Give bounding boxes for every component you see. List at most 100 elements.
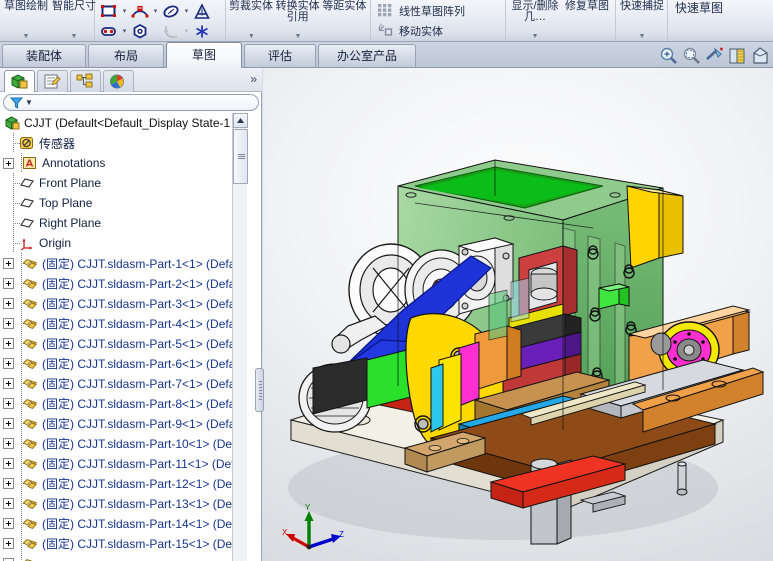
feature-tree-filter[interactable]: ▼: [3, 94, 259, 111]
tab-assembly[interactable]: 装配体: [2, 44, 86, 67]
tree-row-front-plane[interactable]: Front Plane: [0, 173, 248, 193]
convert-entities-label: 转换实体引用: [275, 0, 320, 23]
tree-row-part[interactable]: (固定) CJJT.sldasm-Part-7<1> (Defa: [0, 373, 248, 393]
slot-dropdown-caret[interactable]: ▾: [120, 27, 129, 35]
display-style-icon[interactable]: [750, 46, 771, 66]
tree-row-part[interactable]: (固定) CJJT.sldasm-Part-6<1> (Defa: [0, 353, 248, 373]
expand-toggle[interactable]: [3, 557, 14, 561]
expand-toggle[interactable]: [3, 457, 14, 469]
polygon-icon[interactable]: [130, 22, 150, 41]
tab-evaluate[interactable]: 评估: [244, 44, 316, 67]
fillet-dropdown-caret[interactable]: ▾: [182, 27, 191, 35]
tree-row-part[interactable]: (固定) CJJT.sldasm-Part-11<1> (Def: [0, 453, 248, 473]
tree-row-part[interactable]: (固定) CJJT.sldasm-Part-14<1> (Def: [0, 513, 248, 533]
feature-tree-scrollbar[interactable]: [232, 113, 248, 561]
tree-row-part[interactable]: [0, 553, 248, 561]
tab-layout[interactable]: 布局: [88, 44, 164, 67]
expand-toggle[interactable]: [3, 337, 14, 349]
point-icon[interactable]: [192, 22, 212, 41]
slot-icon[interactable]: [99, 22, 119, 41]
filter-input[interactable]: [36, 96, 254, 110]
fillet-icon[interactable]: [161, 22, 181, 41]
display-delete-relations-button[interactable]: 显示/删除几… ▼: [508, 0, 562, 41]
filter-dropdown-caret[interactable]: ▼: [25, 98, 33, 107]
sketch-button[interactable]: 草图绘制 ▼: [2, 0, 50, 41]
text-icon[interactable]: [192, 2, 212, 21]
tree-row-part[interactable]: (固定) CJJT.sldasm-Part-9<1> (Defa: [0, 413, 248, 433]
property-manager-tab[interactable]: [37, 70, 68, 92]
scroll-up-arrow[interactable]: [233, 113, 248, 128]
expand-toggle[interactable]: [3, 157, 14, 169]
tab-office-products[interactable]: 办公室产品: [318, 44, 416, 67]
repair-sketch-label: 修复草图: [565, 0, 609, 12]
expand-toggle[interactable]: [3, 417, 14, 429]
expand-toggle[interactable]: [3, 517, 14, 529]
expand-toggle[interactable]: [3, 377, 14, 389]
trim-entities-button[interactable]: 剪裁实体 ▼: [228, 0, 275, 41]
sketch-button-caret[interactable]: ▼: [2, 33, 50, 40]
tree-row-part[interactable]: (固定) CJJT.sldasm-Part-2<1> (Defa: [0, 273, 248, 293]
move-entities-button[interactable]: 移动实体: [373, 21, 503, 41]
offset-entities-button[interactable]: 等距实体: [321, 0, 368, 41]
tree-row-part[interactable]: (固定) CJJT.sldasm-Part-4<1> (Defa: [0, 313, 248, 333]
tree-row-part[interactable]: (固定) CJJT.sldasm-Part-1<1> (Defa: [0, 253, 248, 273]
section-view-icon[interactable]: [704, 46, 725, 66]
tree-connector: [8, 173, 20, 193]
display-manager-tab[interactable]: [103, 70, 134, 92]
rectangle-dropdown-caret[interactable]: ▾: [120, 7, 129, 15]
tree-row-part[interactable]: (固定) CJJT.sldasm-Part-5<1> (Defa: [0, 333, 248, 353]
zoom-to-fit-icon[interactable]: [658, 46, 679, 66]
feature-tree[interactable]: CJJT (Default<Default_Display State-1 传感…: [0, 113, 248, 561]
expand-toggle[interactable]: [3, 437, 14, 449]
arc-icon[interactable]: [130, 2, 150, 21]
convert-entities-button[interactable]: 转换实体引用 ▼: [275, 0, 322, 41]
tree-row-part[interactable]: (固定) CJJT.sldasm-Part-13<1> (Def: [0, 493, 248, 513]
quick-snap-caret[interactable]: ▼: [618, 33, 666, 40]
tree-row-top-plane[interactable]: Top Plane: [0, 193, 248, 213]
expand-toggle[interactable]: [3, 537, 14, 549]
tree-row-sensor[interactable]: 传感器: [0, 133, 248, 153]
tree-row-annotations[interactable]: Annotations: [0, 153, 248, 173]
smart-dimension-button[interactable]: 智能尺寸 ▼: [50, 0, 98, 41]
repair-sketch-button[interactable]: 修复草图: [562, 0, 612, 41]
panel-splitter-handle[interactable]: [255, 368, 264, 412]
tree-row-root[interactable]: CJJT (Default<Default_Display State-1: [0, 113, 248, 133]
tree-row-part[interactable]: (固定) CJJT.sldasm-Part-8<1> (Defa: [0, 393, 248, 413]
feature-tree-tab[interactable]: [4, 70, 35, 92]
feature-manager-more-button[interactable]: »: [250, 72, 257, 86]
view-orientation-icon[interactable]: [727, 46, 748, 66]
expand-toggle[interactable]: [3, 257, 14, 269]
graphics-viewport[interactable]: Y Z X: [263, 68, 773, 561]
tree-row-origin[interactable]: Origin: [0, 233, 248, 253]
tree-connector: [8, 193, 20, 213]
ellipse-dropdown-caret[interactable]: ▾: [182, 7, 191, 15]
zoom-to-area-icon[interactable]: [681, 46, 702, 66]
quick-snap-button[interactable]: 快速捕捉 ▼: [618, 0, 666, 41]
part-icon: [22, 315, 38, 331]
sketch-button-label: 草图绘制: [4, 0, 48, 12]
expand-toggle[interactable]: [3, 317, 14, 329]
expand-toggle[interactable]: [3, 397, 14, 409]
display-delete-relations-caret[interactable]: ▼: [508, 33, 562, 40]
configuration-manager-tab[interactable]: [70, 70, 101, 92]
tree-row-part[interactable]: (固定) CJJT.sldasm-Part-3<1> (Defa: [0, 293, 248, 313]
expand-toggle[interactable]: [3, 477, 14, 489]
ellipse-icon[interactable]: [161, 2, 181, 21]
expand-toggle[interactable]: [3, 357, 14, 369]
smart-dimension-caret[interactable]: ▼: [50, 33, 98, 40]
tab-sketch[interactable]: 草图: [166, 42, 242, 68]
linear-sketch-pattern-button[interactable]: 线性草图阵列: [373, 1, 503, 21]
trim-entities-caret[interactable]: ▼: [228, 33, 275, 40]
expand-toggle[interactable]: [3, 277, 14, 289]
expand-toggle[interactable]: [3, 497, 14, 509]
convert-entities-caret[interactable]: ▼: [275, 33, 322, 40]
rectangle-icon[interactable]: [99, 2, 119, 21]
tree-row-part[interactable]: (固定) CJJT.sldasm-Part-12<1> (Def: [0, 473, 248, 493]
tree-row-right-plane[interactable]: Right Plane: [0, 213, 248, 233]
arc-dropdown-caret[interactable]: ▾: [151, 7, 160, 15]
tree-row-part[interactable]: (固定) CJJT.sldasm-Part-15<1> (Def: [0, 533, 248, 553]
scrollbar-thumb[interactable]: [233, 129, 248, 184]
expand-toggle[interactable]: [3, 297, 14, 309]
quick-sketch-button[interactable]: 快速草图: [670, 0, 728, 41]
tree-row-part[interactable]: (固定) CJJT.sldasm-Part-10<1> (Def: [0, 433, 248, 453]
